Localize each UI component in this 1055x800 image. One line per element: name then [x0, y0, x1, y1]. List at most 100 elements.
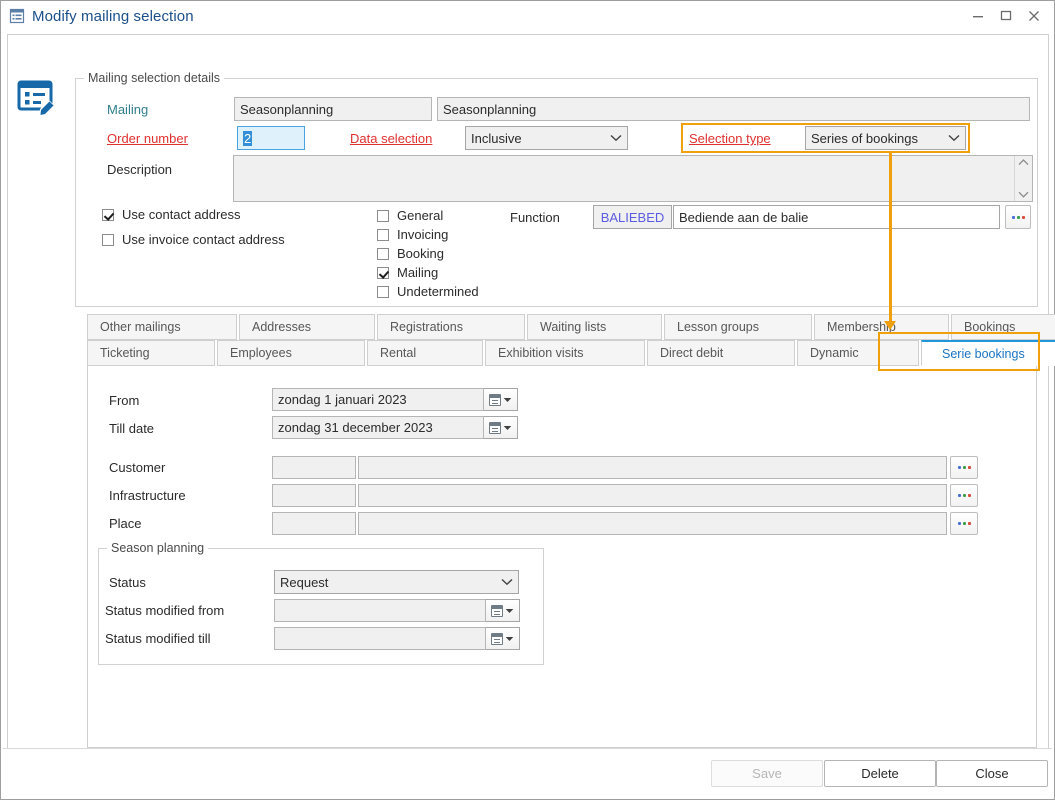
mailing-name-field[interactable]: Seasonplanning [437, 97, 1030, 121]
description-textarea[interactable] [233, 155, 1033, 202]
calendar-icon [489, 421, 501, 434]
description-label: Description [107, 162, 173, 177]
customer-browse-button[interactable] [950, 456, 978, 479]
tab-bookings[interactable]: Bookings [951, 314, 1055, 340]
window-icon [9, 8, 25, 24]
details-group-legend: Mailing selection details [84, 71, 225, 85]
chevron-down-icon [605, 127, 627, 149]
status-till-date-picker-button[interactable] [486, 627, 520, 650]
calendar-icon [489, 393, 501, 406]
tab-other-mailings[interactable]: Other mailings [87, 314, 237, 340]
till-date-field[interactable]: zondag 31 december 2023 [272, 416, 484, 439]
type-booking-label: Booking [397, 246, 444, 261]
tab-addresses[interactable]: Addresses [239, 314, 375, 340]
infrastructure-code-field[interactable] [272, 484, 356, 507]
type-booking-checkbox[interactable]: Booking [377, 246, 444, 261]
customer-code-field[interactable] [272, 456, 356, 479]
order-number-link[interactable]: Order number [107, 131, 188, 146]
status-from-date-picker-button[interactable] [486, 599, 520, 622]
save-button[interactable]: Save [711, 760, 823, 787]
checkbox-box [377, 266, 389, 279]
status-combo[interactable]: Request [274, 570, 519, 594]
selection-type-link[interactable]: Selection type [689, 131, 771, 146]
chevron-down-icon [496, 571, 518, 593]
tab-serie-bookings[interactable]: Serie bookings [921, 340, 1055, 366]
selection-type-combo[interactable]: Series of bookings [805, 126, 966, 150]
chevron-down-icon [505, 636, 514, 641]
place-name-field[interactable] [358, 512, 947, 535]
order-number-value: 2 [243, 130, 253, 146]
status-label: Status [109, 575, 146, 590]
use-contact-address-checkbox[interactable]: Use contact address [102, 207, 241, 222]
description-value [234, 156, 1014, 201]
season-planning-legend: Season planning [107, 541, 209, 555]
title-bar: Modify mailing selection [1, 1, 1054, 31]
description-scrollbar[interactable] [1014, 156, 1032, 201]
tab-waiting-lists[interactable]: Waiting lists [527, 314, 662, 340]
till-date-label: Till date [109, 421, 155, 436]
use-invoice-contact-address-checkbox[interactable]: Use invoice contact address [102, 232, 285, 247]
scroll-down-icon [1018, 191, 1029, 198]
place-browse-button[interactable] [950, 512, 978, 535]
data-selection-link[interactable]: Data selection [350, 131, 432, 146]
chevron-down-icon [505, 608, 514, 613]
function-code-field[interactable]: BALIEBED [593, 205, 672, 229]
tab-dynamic[interactable]: Dynamic [797, 340, 919, 366]
mailing-label: Mailing [107, 102, 149, 117]
tab-employees[interactable]: Employees [217, 340, 365, 366]
function-browse-button[interactable] [1005, 205, 1031, 229]
tab-ticketing[interactable]: Ticketing [87, 340, 215, 366]
footer-bar: Save Delete Close [3, 748, 1052, 797]
checkbox-box [377, 247, 389, 260]
infrastructure-label: Infrastructure [109, 488, 186, 503]
data-selection-combo[interactable]: Inclusive [465, 126, 628, 150]
checkbox-box [102, 233, 114, 246]
function-label: Function [510, 210, 560, 225]
calendar-icon [491, 604, 503, 617]
customer-name-field[interactable] [358, 456, 947, 479]
type-general-checkbox[interactable]: General [377, 208, 443, 223]
status-modified-till-label: Status modified till [105, 631, 211, 646]
delete-button[interactable]: Delete [824, 760, 936, 787]
scroll-up-icon [1018, 159, 1029, 166]
type-invoicing-checkbox[interactable]: Invoicing [377, 227, 448, 242]
type-mailing-checkbox[interactable]: Mailing [377, 265, 438, 280]
status-value: Request [280, 574, 329, 590]
status-modified-till-field[interactable] [274, 627, 486, 650]
order-number-input[interactable]: 2 [237, 126, 305, 150]
infrastructure-browse-button[interactable] [950, 484, 978, 507]
checkbox-box [102, 208, 114, 221]
tab-rental[interactable]: Rental [367, 340, 483, 366]
mailing-code-field[interactable]: Seasonplanning [234, 97, 432, 121]
place-code-field[interactable] [272, 512, 356, 535]
use-contact-address-label: Use contact address [122, 207, 241, 222]
minimize-button[interactable] [964, 5, 992, 27]
till-date-picker-button[interactable] [484, 416, 518, 439]
checkbox-box [377, 209, 389, 222]
close-button[interactable] [1020, 5, 1048, 27]
from-date-picker-button[interactable] [484, 388, 518, 411]
window-title: Modify mailing selection [32, 7, 194, 25]
tab-direct-debit[interactable]: Direct debit [647, 340, 795, 366]
tab-exhibition-visits[interactable]: Exhibition visits [485, 340, 645, 366]
modify-mailing-selection-window: Modify mailing selection Mailing selecti… [0, 0, 1055, 800]
mailing-selection-icon [16, 77, 58, 119]
close-button[interactable]: Close [936, 760, 1048, 787]
from-date-field[interactable]: zondag 1 januari 2023 [272, 388, 484, 411]
type-undetermined-checkbox[interactable]: Undetermined [377, 284, 479, 299]
tab-membership[interactable]: Membership [814, 314, 949, 340]
checkbox-box [377, 228, 389, 241]
tab-registrations[interactable]: Registrations [377, 314, 525, 340]
tab-row-1: Other mailings Addresses Registrations W… [87, 314, 1055, 340]
tab-bar: Other mailings Addresses Registrations W… [87, 314, 1055, 366]
status-modified-from-field[interactable] [274, 599, 486, 622]
checkbox-box [377, 285, 389, 298]
calendar-icon [491, 632, 503, 645]
maximize-button[interactable] [992, 5, 1020, 27]
data-selection-value: Inclusive [471, 130, 522, 146]
type-invoicing-label: Invoicing [397, 227, 449, 242]
function-name-field[interactable]: Bediende aan de balie [673, 205, 1000, 229]
infrastructure-name-field[interactable] [358, 484, 947, 507]
tab-lesson-groups[interactable]: Lesson groups [664, 314, 812, 340]
type-undetermined-label: Undetermined [397, 284, 479, 299]
